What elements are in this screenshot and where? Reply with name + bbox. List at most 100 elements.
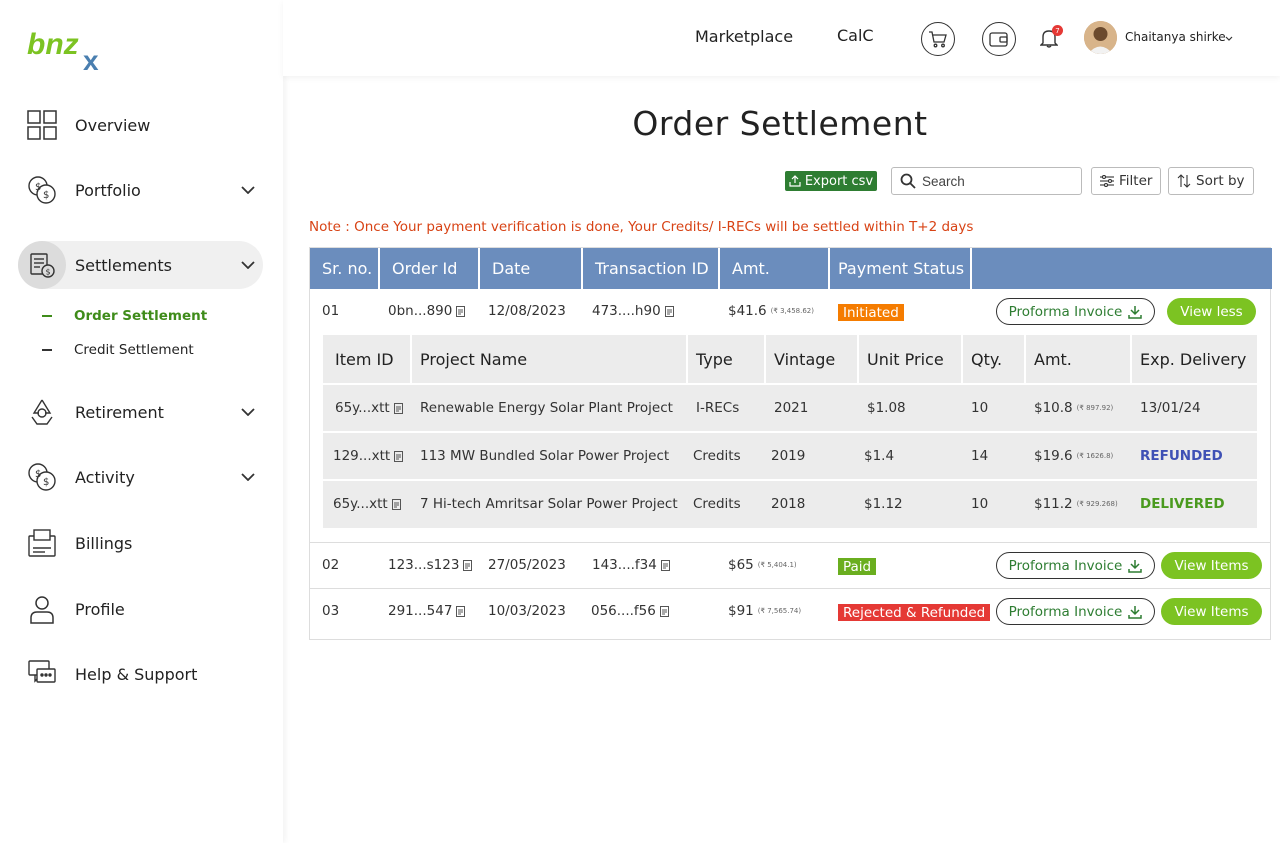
cart-button[interactable] xyxy=(921,22,955,56)
wallet-icon xyxy=(989,32,1008,47)
view-items-button[interactable]: View Items xyxy=(1161,552,1262,579)
sidebar-item-profile[interactable]: Profile xyxy=(18,585,263,633)
order-items-table: Item ID Project Name Type Vintage Unit P… xyxy=(323,335,1257,528)
sidebar-item-overview[interactable]: Overview xyxy=(18,101,263,149)
column-header[interactable]: Qty. xyxy=(963,335,1026,383)
item-id: 65y...xtt xyxy=(335,400,403,416)
column-header[interactable]: Amt. xyxy=(1026,335,1132,383)
notification-button[interactable]: 7 xyxy=(1039,25,1063,50)
order-amount: $65 (₹ 5,404.1) xyxy=(728,557,797,573)
top-header: Marketplace CalC 7 Chaitanya shirke xyxy=(283,0,1280,76)
column-header[interactable]: Item ID xyxy=(323,335,412,383)
search-input[interactable] xyxy=(922,173,1072,189)
user-icon xyxy=(18,585,66,633)
copy-icon[interactable] xyxy=(664,305,674,317)
item-type: Credits xyxy=(693,496,741,512)
chevron-down-icon[interactable] xyxy=(233,186,263,194)
recycle-icon xyxy=(18,388,66,436)
column-header[interactable]: Sr. no. xyxy=(310,248,380,289)
marketplace-link[interactable]: Marketplace xyxy=(695,27,793,46)
view-items-button[interactable]: View Items xyxy=(1161,598,1262,625)
sidebar-item-label: Help & Support xyxy=(75,664,198,684)
copy-icon[interactable] xyxy=(393,402,403,414)
column-header[interactable]: Vintage xyxy=(766,335,859,383)
user-name[interactable]: Chaitanya shirke xyxy=(1125,30,1226,44)
sidebar-subitem-label: Order Settlement xyxy=(74,308,208,324)
amount-inr: (₹ 929.268) xyxy=(1076,500,1118,508)
download-icon xyxy=(1128,305,1143,319)
chevron-down-icon[interactable] xyxy=(233,408,263,416)
copy-icon[interactable] xyxy=(659,605,669,617)
column-header[interactable]: Project Name xyxy=(412,335,688,383)
item-type: I-RECs xyxy=(696,400,740,416)
amount-inr: (₹ 5,404.1) xyxy=(757,561,797,569)
exp-delivery: REFUNDED xyxy=(1140,448,1223,464)
download-icon xyxy=(1128,605,1143,619)
settlement-note: Note : Once Your payment verification is… xyxy=(309,219,974,235)
proforma-invoice-button[interactable]: Proforma Invoice xyxy=(996,598,1155,625)
filter-button[interactable]: Filter xyxy=(1091,167,1162,195)
sidebar-item-label: Profile xyxy=(75,599,125,619)
cart-icon xyxy=(929,31,947,48)
sidebar-item-retirement[interactable]: Retirement xyxy=(18,388,263,436)
transaction-id: 143....f34 xyxy=(592,557,670,573)
column-header[interactable]: Date xyxy=(480,248,583,289)
sort-button[interactable]: Sort by xyxy=(1168,167,1254,195)
billing-icon xyxy=(18,519,66,567)
column-header[interactable]: Exp. Delivery xyxy=(1132,335,1257,383)
copy-icon[interactable] xyxy=(456,605,466,617)
chevron-down-icon[interactable] xyxy=(233,473,263,481)
column-header[interactable]: Amt. xyxy=(720,248,830,289)
item-id: 129...xtt xyxy=(333,448,404,464)
unit-price: $1.4 xyxy=(864,448,895,464)
chevron-down-icon[interactable] xyxy=(1225,36,1233,41)
sidebar-item-help-support[interactable]: Help & Support xyxy=(18,650,263,698)
sidebar-item-settlements[interactable]: $ Settlements xyxy=(18,241,263,289)
search-box[interactable] xyxy=(891,167,1082,195)
sidebar-subitem-order-settlement[interactable]: Order Settlement xyxy=(42,308,207,324)
order-amount: $91 (₹ 7,565.74) xyxy=(728,603,802,619)
order-amount: $41.6 (₹ 3,458.62) xyxy=(728,303,814,319)
sidebar-item-billings[interactable]: Billings xyxy=(18,519,263,567)
column-header[interactable]: Order Id xyxy=(380,248,480,289)
calc-link[interactable]: CalC xyxy=(837,26,874,45)
sidebar-item-activity[interactable]: $ $ Activity xyxy=(18,453,263,501)
unit-price: $1.12 xyxy=(864,496,903,512)
copy-icon[interactable] xyxy=(463,559,473,571)
grid-icon xyxy=(18,101,66,149)
column-header[interactable]: Payment Status xyxy=(830,248,972,289)
proforma-invoice-button[interactable]: Proforma Invoice xyxy=(996,298,1155,325)
copy-icon[interactable] xyxy=(391,498,401,510)
search-icon xyxy=(900,173,916,189)
export-csv-button[interactable]: Export csv xyxy=(785,171,877,191)
column-header[interactable]: Unit Price xyxy=(859,335,963,383)
status-badge: Paid xyxy=(838,558,877,575)
sort-label: Sort by xyxy=(1196,173,1245,189)
bnzx-logo[interactable]: bnz x xyxy=(27,26,117,72)
item-amount: $11.2 (₹ 929.268) xyxy=(1034,496,1118,512)
column-header[interactable]: Transaction ID xyxy=(583,248,720,289)
order-date: 10/03/2023 xyxy=(488,603,566,619)
sr-no: 03 xyxy=(322,603,340,619)
upload-icon xyxy=(789,175,801,187)
chevron-down-icon[interactable] xyxy=(233,261,263,269)
copy-icon[interactable] xyxy=(456,305,466,317)
order-date: 27/05/2023 xyxy=(488,557,566,573)
sidebar-item-portfolio[interactable]: $ $ Portfolio xyxy=(18,166,263,214)
copy-icon[interactable] xyxy=(394,450,404,462)
amount-inr: (₹ 1626.8) xyxy=(1076,452,1114,460)
avatar[interactable] xyxy=(1084,21,1117,54)
transaction-id: 056....f56 xyxy=(591,603,669,619)
order-id: 291...547 xyxy=(388,603,466,619)
view-less-button[interactable]: View less xyxy=(1167,298,1256,325)
column-header[interactable]: Type xyxy=(688,335,766,383)
table-header: Sr. no. Order Id Date Transaction ID Amt… xyxy=(310,248,1272,289)
chat-icon xyxy=(18,650,66,698)
proforma-invoice-button[interactable]: Proforma Invoice xyxy=(996,552,1155,579)
sidebar-subitem-credit-settlement[interactable]: Credit Settlement xyxy=(42,342,194,358)
project-name: 113 MW Bundled Solar Power Project xyxy=(420,448,670,464)
wallet-button[interactable] xyxy=(982,22,1016,56)
copy-icon[interactable] xyxy=(660,559,670,571)
amount-inr: (₹ 3,458.62) xyxy=(770,307,814,315)
sidebar-subitem-label: Credit Settlement xyxy=(74,342,194,358)
